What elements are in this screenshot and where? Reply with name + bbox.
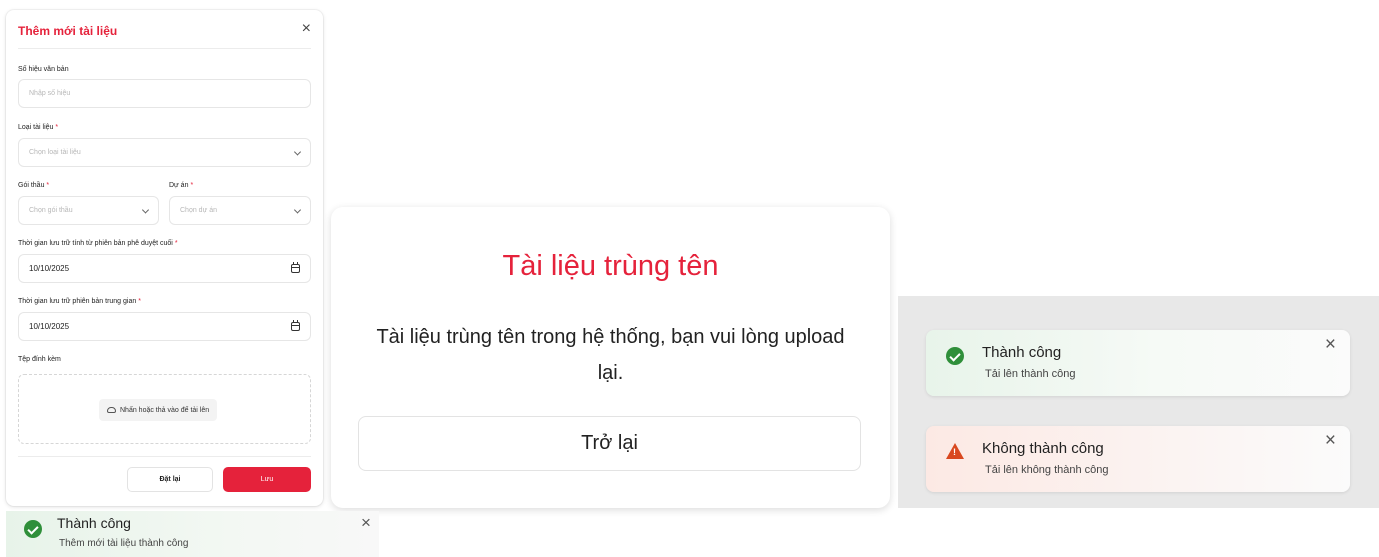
file-dropzone[interactable]: Nhấn hoặc thả vào để tải lên [18, 374, 311, 444]
chevron-down-icon [293, 147, 302, 156]
save-button[interactable]: Lưu [223, 467, 311, 492]
toast-title: Không thành công [982, 440, 1104, 457]
error-toast: ! Không thành công Tải lên không thành c… [926, 426, 1350, 492]
retention-interim-date-input[interactable]: 10/10/2025 [18, 312, 311, 341]
toast-title: Thành công [57, 515, 131, 531]
upload-button[interactable]: Nhấn hoặc thả vào để tải lên [99, 399, 218, 421]
warning-icon: ! [946, 443, 964, 459]
toast-message: Tải lên không thành công [985, 464, 1109, 476]
dialog-title: Tài liệu trùng tên [502, 250, 719, 282]
close-icon[interactable]: × [361, 513, 371, 532]
doc-type-select[interactable]: Chọn loại tài liệu [18, 138, 311, 167]
doc-number-input[interactable]: Nhập số hiệu [18, 79, 311, 108]
package-select[interactable]: Chọn gói thầu [18, 196, 159, 225]
check-circle-icon [24, 520, 42, 538]
divider [18, 456, 311, 457]
toast-message: Thêm mới tài liệu thành công [59, 538, 189, 549]
project-label: Dự án * [169, 182, 194, 189]
project-select[interactable]: Chọn dự án [169, 196, 311, 225]
toast-message: Tải lên thành công [985, 368, 1076, 380]
doc-type-label: Loại tài liệu * [18, 124, 59, 131]
dialog-message: Tài liệu trùng tên trong hệ thống, bạn v… [376, 326, 845, 384]
toast-area: Thành công Tải lên thành công × ! Không … [898, 296, 1379, 508]
success-toast: Thành công Tải lên thành công × [926, 330, 1350, 396]
chevron-down-icon [141, 205, 150, 214]
retention-interim-label: Thời gian lưu trữ phiên bản trung gian * [18, 298, 141, 305]
reset-button[interactable]: Đặt lại [127, 467, 213, 492]
close-icon[interactable]: × [302, 21, 311, 37]
toast-title: Thành công [982, 344, 1062, 361]
add-document-form: Thêm mới tài liệu × Số hiệu văn bản Nhập… [6, 10, 323, 506]
close-icon[interactable]: × [1325, 431, 1336, 450]
package-label: Gói thầu * [18, 182, 50, 189]
close-icon[interactable]: × [1325, 335, 1336, 354]
divider [18, 48, 311, 49]
success-toast-bottom: Thành công Thêm mới tài liệu thành công … [6, 511, 379, 557]
calendar-icon[interactable] [291, 262, 300, 273]
calendar-icon[interactable] [291, 320, 300, 331]
back-button[interactable]: Trở lại [358, 416, 861, 471]
check-circle-icon [946, 347, 964, 365]
chevron-down-icon [293, 205, 302, 214]
form-title: Thêm mới tài liệu [18, 24, 118, 38]
retention-final-date-input[interactable]: 10/10/2025 [18, 254, 311, 283]
attachment-label: Tệp đính kèm [18, 356, 61, 363]
duplicate-name-dialog: Tài liệu trùng tên Tài liệu trùng tên tr… [331, 207, 890, 508]
doc-number-label: Số hiệu văn bản [18, 66, 69, 73]
cloud-upload-icon [107, 407, 116, 413]
retention-final-label: Thời gian lưu trữ tính từ phiên bản phê … [18, 240, 178, 247]
